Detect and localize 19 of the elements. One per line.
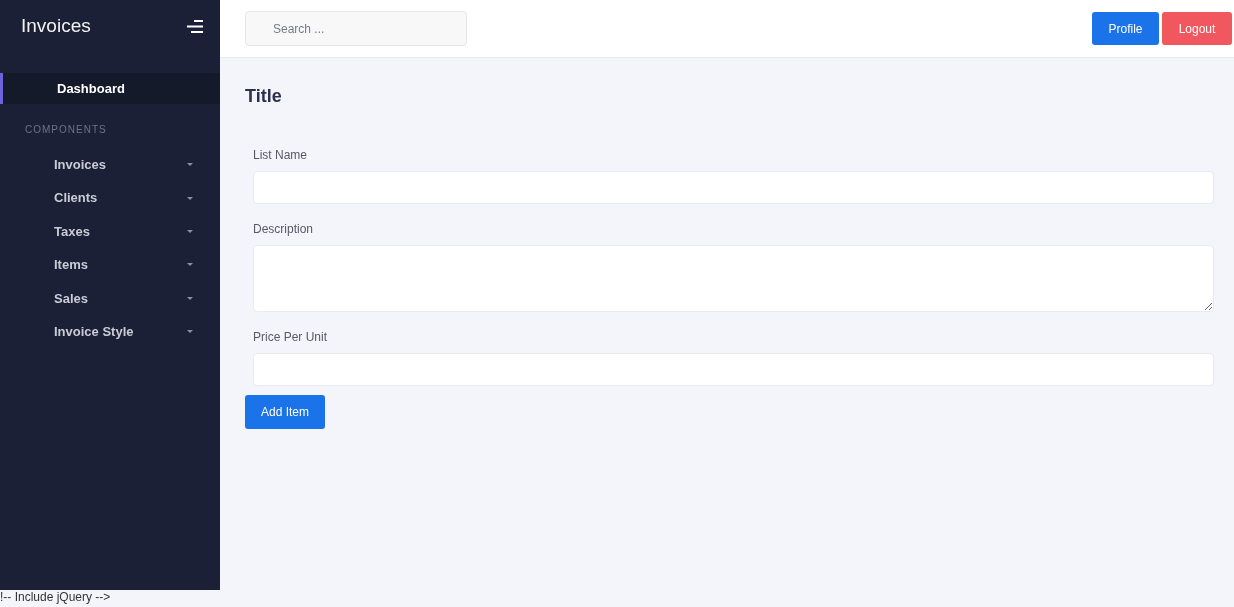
page-title: Title <box>245 86 283 107</box>
sidebar-item[interactable]: Invoices <box>0 148 220 182</box>
field-label: List Name <box>253 148 309 162</box>
search-field[interactable]: Search ... <box>245 11 467 46</box>
profile-button[interactable]: Profile <box>1092 12 1159 45</box>
sidebar-item[interactable]: Taxes <box>0 214 220 249</box>
sidebar-item[interactable]: Invoice Style <box>0 314 220 349</box>
field-label: Price Per Unit <box>253 330 329 344</box>
sidebar-item[interactable]: Items <box>0 248 220 282</box>
sidebar-item[interactable]: Dashboard <box>0 73 220 104</box>
sidebar-item[interactable]: Sales <box>0 281 220 315</box>
description-textarea[interactable] <box>253 245 1214 312</box>
section-heading: COMPONENTS <box>24 124 108 136</box>
menu-icon[interactable] <box>187 19 203 33</box>
stray-comment-text: !-- Include jQuery --> <box>0 590 111 605</box>
brand-title: Invoices <box>21 15 91 37</box>
sidebar-item[interactable]: Clients <box>0 181 220 215</box>
field-label: Description <box>253 222 315 236</box>
add-item-button[interactable]: Add Item <box>245 395 325 429</box>
